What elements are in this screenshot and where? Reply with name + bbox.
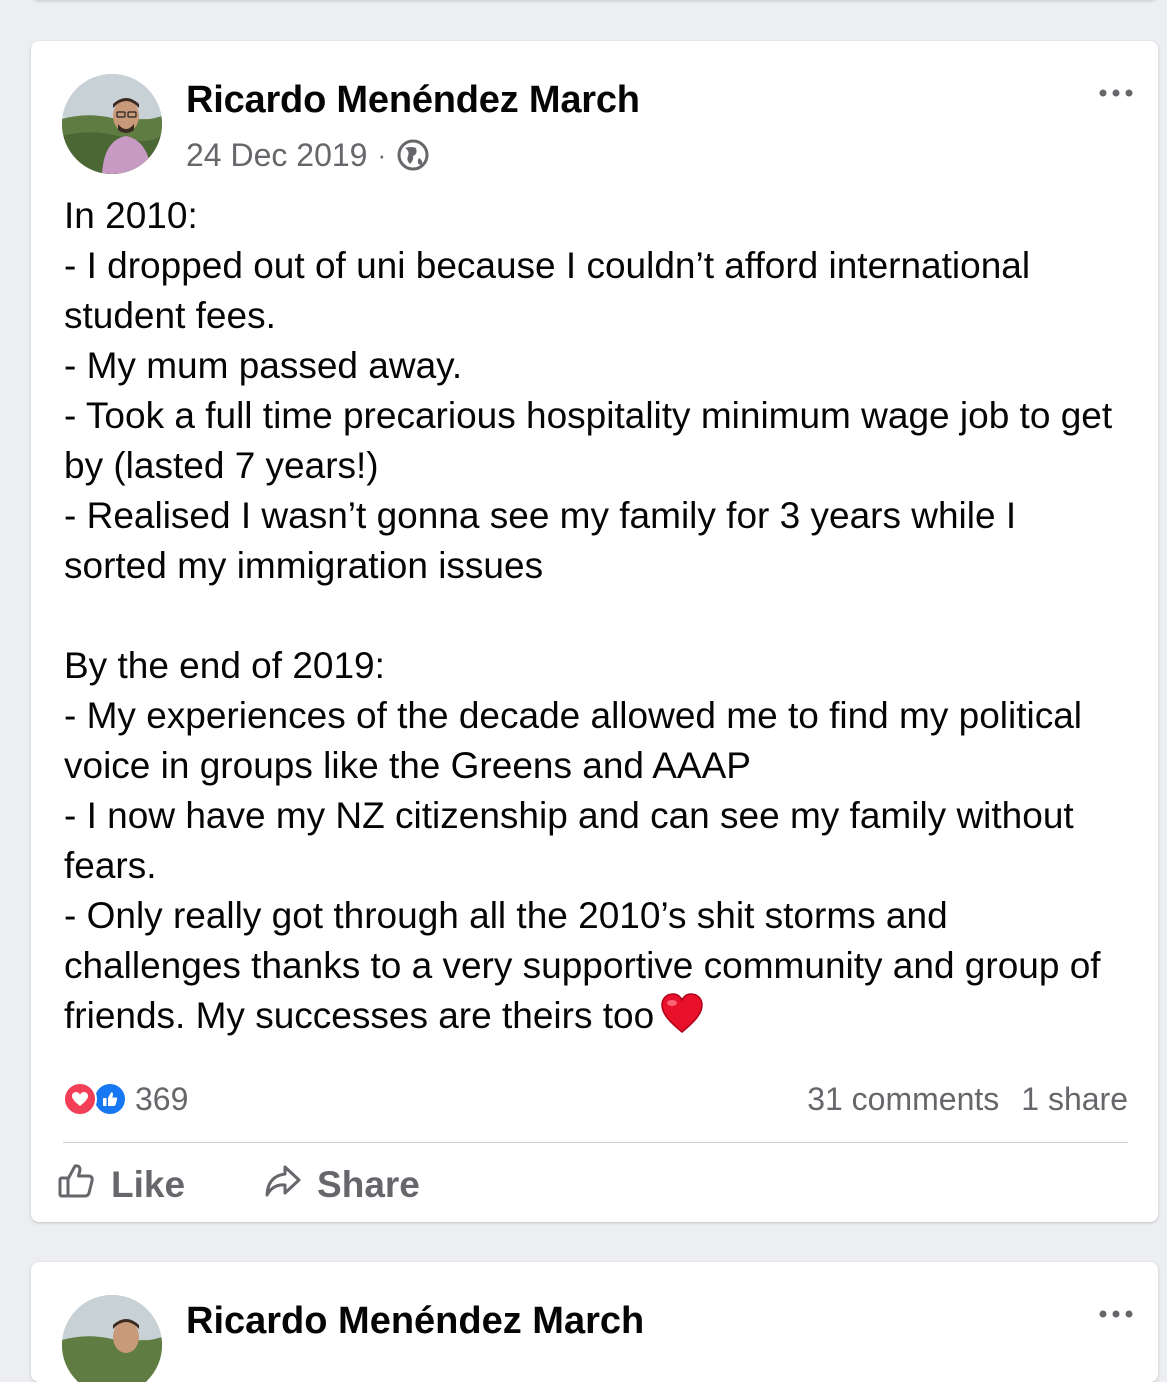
author-name[interactable]: Ricardo Menéndez March: [186, 79, 640, 122]
more-options-icon[interactable]: [1096, 81, 1136, 105]
next-author-avatar[interactable]: [62, 1295, 162, 1382]
share-arrow-icon: [263, 1161, 303, 1210]
shares-count[interactable]: 1 share: [1021, 1081, 1128, 1118]
reaction-icons: [63, 1082, 127, 1116]
next-more-options-icon[interactable]: [1096, 1302, 1136, 1326]
post-meta: 24 Dec 2019 ·: [186, 135, 430, 175]
like-button[interactable]: Like: [57, 1161, 185, 1210]
reactions-summary[interactable]: 369: [63, 1081, 188, 1118]
share-label: Share: [317, 1164, 420, 1205]
globe-icon: [396, 138, 430, 172]
like-label: Like: [111, 1164, 186, 1205]
thumbs-up-icon: [57, 1161, 97, 1210]
author-avatar[interactable]: [62, 74, 162, 174]
meta-separator: ·: [377, 140, 387, 170]
next-post-card: Ricardo Menéndez March: [31, 1262, 1158, 1382]
red-heart-emoji-icon: [660, 992, 704, 1047]
comments-count[interactable]: 31 comments: [807, 1081, 999, 1118]
engagement-counts: 31 comments 1 share: [807, 1081, 1128, 1118]
post-actions: Like Share: [57, 1161, 420, 1209]
share-button[interactable]: Share: [263, 1161, 420, 1210]
next-author-name[interactable]: Ricardo Menéndez March: [186, 1300, 644, 1343]
post-card: Ricardo Menéndez March 24 Dec 2019 · In …: [31, 41, 1158, 1222]
actions-divider: [63, 1142, 1128, 1143]
reaction-count[interactable]: 369: [135, 1081, 188, 1118]
post-body-text: In 2010: - I dropped out of uni because …: [64, 195, 1113, 1036]
post-date[interactable]: 24 Dec 2019: [186, 137, 367, 174]
post-body: In 2010: - I dropped out of uni because …: [64, 191, 1129, 1047]
like-reaction-icon: [93, 1082, 127, 1116]
love-reaction-icon: [63, 1082, 97, 1116]
post-stats: 369 31 comments 1 share: [63, 1077, 1128, 1121]
